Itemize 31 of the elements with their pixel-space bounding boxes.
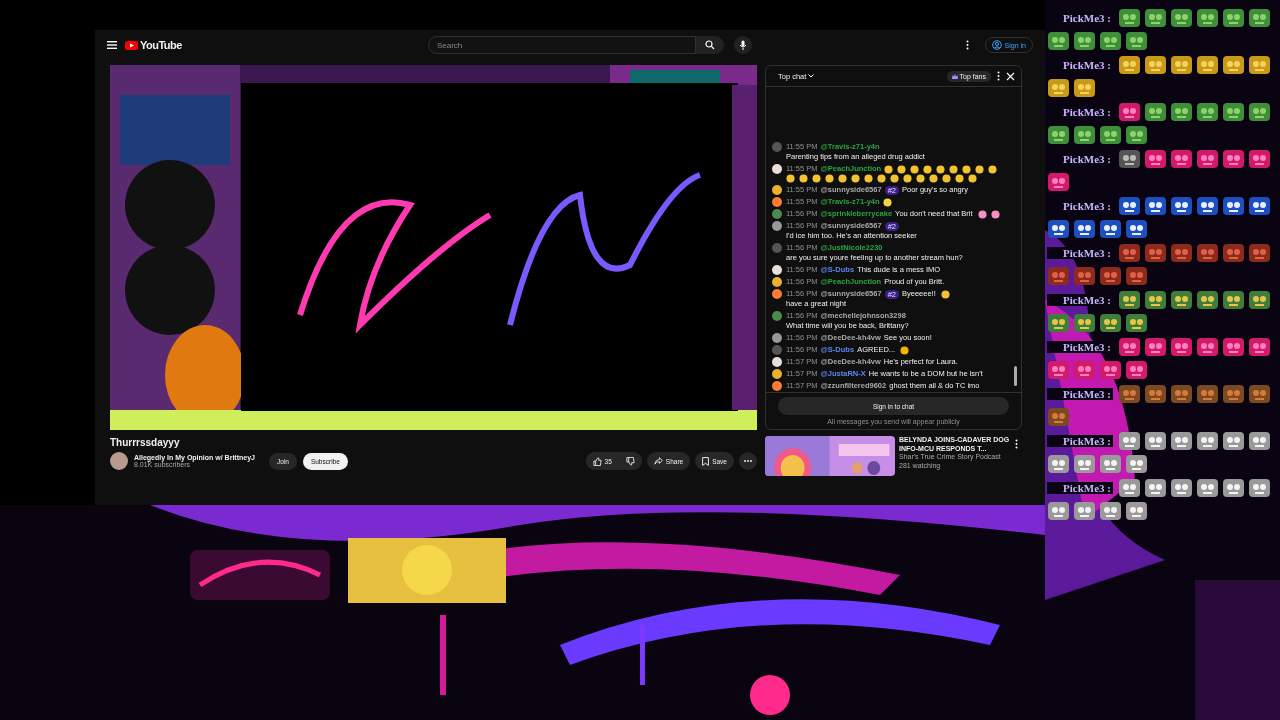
more-button[interactable] bbox=[739, 452, 757, 470]
search-field[interactable]: Search bbox=[427, 36, 696, 54]
emoji-icon bbox=[882, 197, 892, 207]
user-avatar bbox=[772, 243, 782, 253]
microphone-icon bbox=[738, 40, 747, 50]
logo-text[interactable]: YouTube bbox=[140, 39, 182, 51]
search-icon bbox=[704, 40, 715, 50]
more-icon[interactable] bbox=[1015, 439, 1018, 449]
thumbs-down-icon bbox=[625, 456, 635, 466]
user-avatar bbox=[772, 142, 782, 152]
share-icon bbox=[653, 457, 663, 465]
close-icon bbox=[1006, 71, 1015, 81]
menu-icon[interactable] bbox=[107, 41, 117, 49]
more-button[interactable] bbox=[997, 71, 1000, 81]
video-title: Thurrrssdayyy bbox=[110, 437, 181, 448]
bookmark-icon bbox=[702, 456, 710, 466]
microphone-button[interactable] bbox=[733, 36, 752, 54]
chevron-icon bbox=[808, 74, 815, 78]
search-button[interactable] bbox=[695, 36, 724, 54]
emoji-icon bbox=[900, 345, 910, 355]
user-avatar bbox=[772, 311, 782, 321]
crown-icon bbox=[951, 73, 958, 79]
emoji-icon bbox=[940, 289, 950, 299]
user-avatar bbox=[772, 164, 782, 174]
play-logo-icon bbox=[125, 40, 138, 50]
more-icon[interactable] bbox=[965, 40, 969, 50]
account-icon bbox=[991, 40, 1002, 50]
more-icon bbox=[997, 71, 1000, 81]
channel-avatar[interactable] bbox=[110, 452, 128, 470]
close-button[interactable] bbox=[1006, 71, 1015, 81]
thumbs-up-icon bbox=[592, 456, 602, 466]
